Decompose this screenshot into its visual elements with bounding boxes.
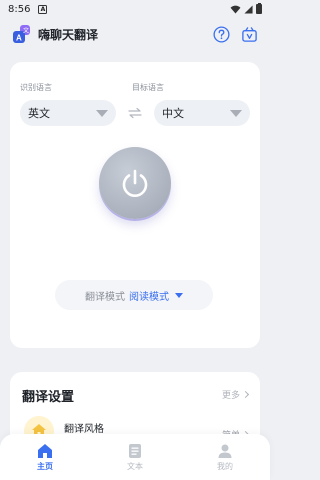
settings-more-link[interactable]: 更多: [221, 388, 250, 401]
caret-down-icon: [230, 109, 242, 117]
nav-mine-label: 我的: [217, 461, 233, 471]
header-actions: [212, 25, 258, 43]
mode-value: 阅读模式: [129, 291, 169, 303]
target-language-value: 中文: [162, 107, 184, 120]
settings-more-label: 更多: [221, 391, 240, 401]
caret-down-icon: [175, 292, 183, 298]
mode-label: 翻译模式: [85, 291, 125, 303]
power-icon: [122, 169, 148, 197]
app-logo: A 文: [12, 24, 32, 44]
swap-icon[interactable]: [128, 107, 142, 119]
chevron-right-icon: [241, 390, 250, 399]
nav-item-text[interactable]: 文本: [105, 443, 165, 472]
source-language-select[interactable]: 英文: [20, 100, 116, 126]
user-icon: [217, 443, 233, 459]
battery-icon: [256, 2, 262, 14]
language-labels: 识别语言 目标语言: [20, 82, 250, 93]
power-button-wrap: [99, 147, 171, 219]
language-row: 英文 中文: [20, 100, 250, 126]
app-header: A 文 嗨聊天翻译: [0, 18, 270, 50]
target-language-select[interactable]: 中文: [154, 100, 250, 126]
nav-item-home[interactable]: 主页: [15, 443, 75, 472]
vip-bag-icon: [241, 26, 257, 42]
power-button[interactable]: [99, 147, 171, 219]
nav-text-label: 文本: [127, 461, 143, 471]
caret-down-icon: [96, 109, 108, 117]
translation-mode-select[interactable]: 翻译模式 阅读模式: [55, 280, 213, 310]
logo-icon: A 文: [13, 25, 30, 43]
home-icon: [37, 443, 53, 459]
bottom-nav: 主页 文本 我的: [0, 434, 270, 480]
notification-icon: A: [38, 4, 48, 14]
app-title: 嗨聊天翻译: [38, 27, 99, 42]
nav-item-mine[interactable]: 我的: [195, 443, 255, 472]
svg-text:文: 文: [23, 27, 29, 35]
status-time: 8:56: [8, 3, 31, 15]
wifi-icon: [230, 5, 241, 14]
translation-style-label[interactable]: 翻译风格: [64, 420, 104, 435]
vip-button[interactable]: [240, 25, 258, 43]
target-language-label: 目标语言: [132, 83, 164, 92]
source-language-label: 识别语言: [20, 83, 52, 92]
status-bar: 8:56 A: [0, 0, 270, 18]
svg-text:A: A: [16, 34, 22, 43]
nav-home-label: 主页: [37, 461, 53, 471]
settings-title: 翻译设置: [22, 390, 75, 405]
signal-icon: [244, 4, 253, 14]
translate-card: 识别语言 目标语言 英文 中文 翻译模式 阅读模式: [10, 62, 260, 348]
document-icon: [127, 443, 143, 459]
status-indicators: [230, 2, 262, 14]
help-icon: [212, 25, 230, 43]
source-language-value: 英文: [28, 107, 50, 120]
help-button[interactable]: [212, 25, 230, 43]
